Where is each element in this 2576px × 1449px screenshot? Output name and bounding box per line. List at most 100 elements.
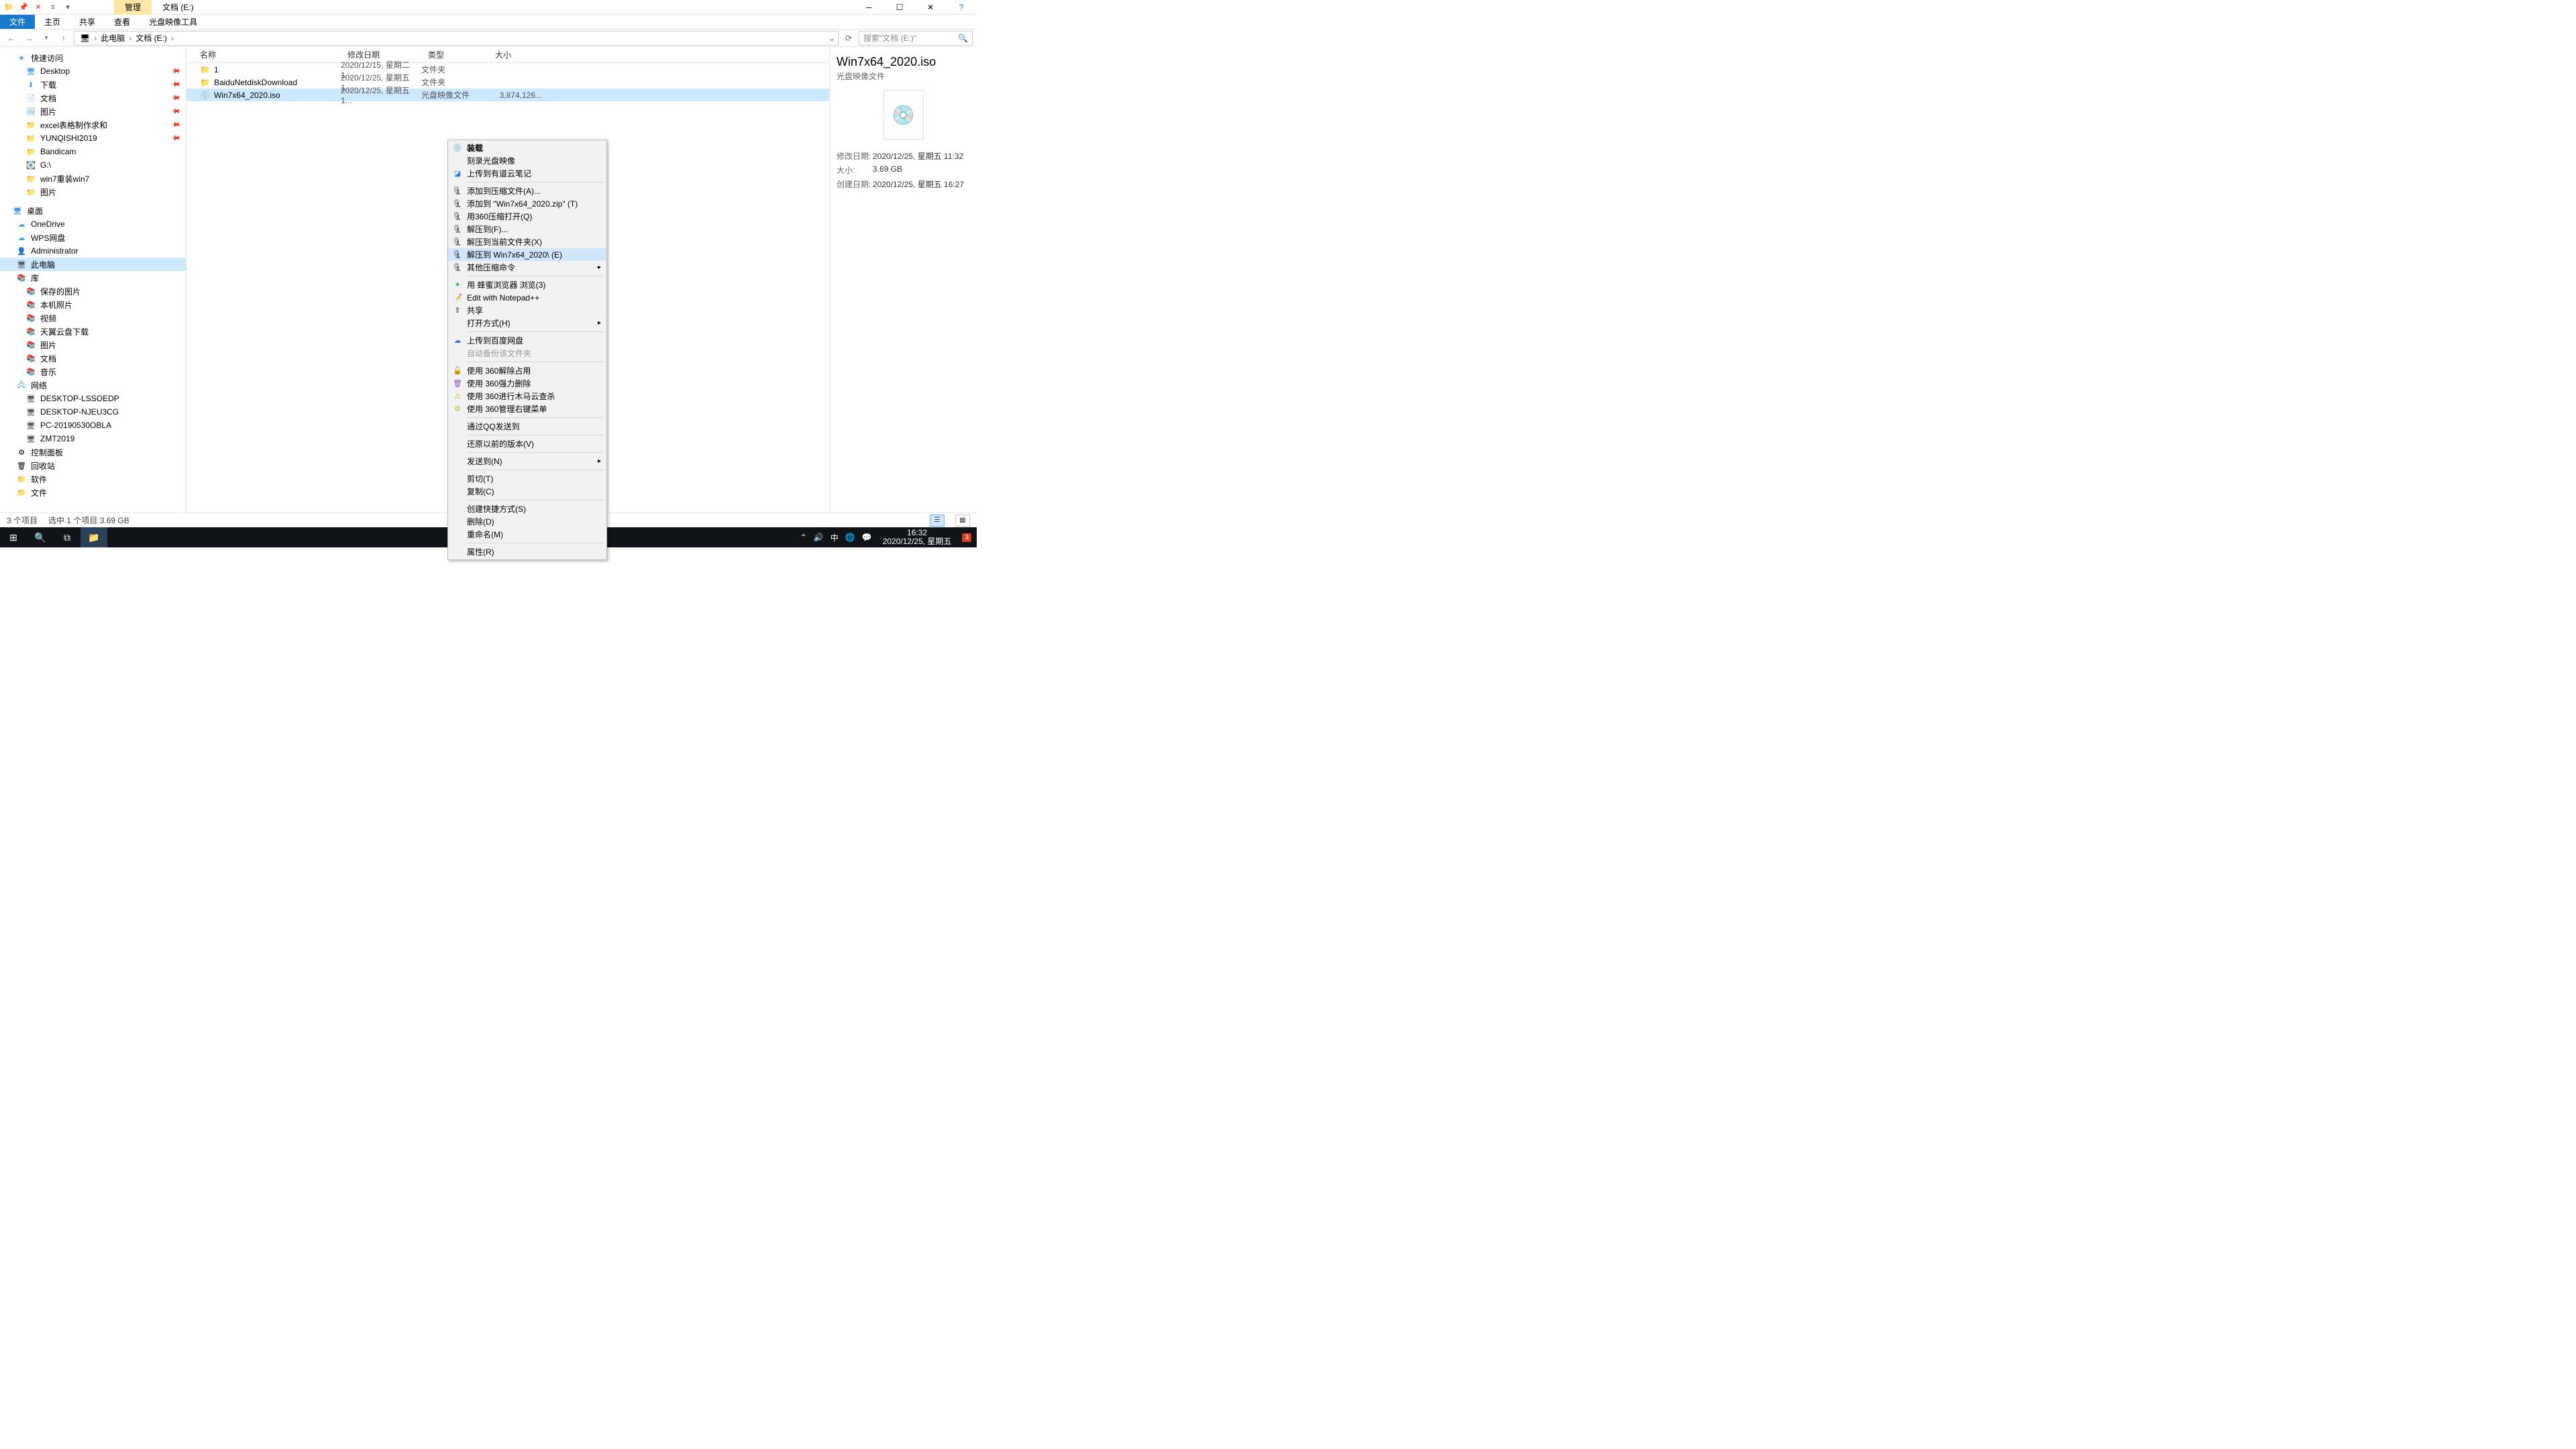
- qat-props-icon[interactable]: ≡: [47, 1, 59, 13]
- ctx-qq-send[interactable]: 通过QQ发送到: [448, 420, 606, 433]
- column-type[interactable]: 类型: [421, 49, 488, 60]
- ctx-share[interactable]: ⇪共享: [448, 304, 606, 317]
- ribbon-tab-share[interactable]: 共享: [70, 15, 105, 29]
- file-list-pane[interactable]: 名称 修改日期 类型 大小 📁1 2020/12/15, 星期二 1... 文件…: [186, 47, 829, 513]
- chevron-down-icon[interactable]: ⌄: [828, 34, 835, 43]
- ribbon-tab-disc-tool[interactable]: 光盘映像工具: [140, 15, 207, 29]
- ribbon-tab-view[interactable]: 查看: [105, 15, 140, 29]
- ctx-extract-named[interactable]: 🗜解压到 Win7x64_2020\ (E): [448, 248, 606, 261]
- tree-recycle-bin[interactable]: 🗑回收站: [0, 459, 186, 472]
- ctx-add-archive[interactable]: 🗜添加到压缩文件(A)...: [448, 184, 606, 197]
- chevron-right-icon[interactable]: ›: [171, 34, 174, 43]
- tree-item[interactable]: 🖥DESKTOP-LSSOEDP: [0, 392, 186, 405]
- breadcrumb-pc[interactable]: 此电脑: [98, 32, 127, 44]
- navigation-pane[interactable]: ★快速访问 🖥Desktop📌 ⬇下载📌 📄文档📌 🖼图片📌 📁excel表格制…: [0, 47, 186, 513]
- tree-item[interactable]: 💽G:\: [0, 158, 186, 172]
- taskbar-clock[interactable]: 16:32 2020/12/25, 星期五: [879, 529, 956, 546]
- tree-item[interactable]: 🖥ZMT2019: [0, 432, 186, 445]
- ctx-openwith[interactable]: 打开方式(H)▸: [448, 317, 606, 329]
- tree-libraries[interactable]: 📚库: [0, 271, 186, 284]
- ctx-open-360zip[interactable]: 🗜用360压缩打开(Q): [448, 210, 606, 223]
- tree-wps[interactable]: ☁WPS网盘: [0, 231, 186, 244]
- ribbon-tab-home[interactable]: 主页: [35, 15, 70, 29]
- start-button[interactable]: ⊞: [0, 527, 27, 547]
- tree-item[interactable]: 📁软件: [0, 472, 186, 486]
- search-icon[interactable]: 🔍: [958, 34, 968, 43]
- breadcrumb[interactable]: 🖥 › 此电脑 › 文档 (E:) › ⌄: [74, 31, 839, 46]
- close-button[interactable]: ✕: [915, 0, 946, 15]
- ctx-youdao[interactable]: ◪上传到有道云笔记: [448, 167, 606, 180]
- ime-indicator[interactable]: 中: [830, 532, 839, 543]
- qat-dropdown-icon[interactable]: ▾: [62, 1, 74, 13]
- tree-item[interactable]: 📚本机照片: [0, 298, 186, 311]
- tree-item[interactable]: 🖥PC-20190530OBLA: [0, 419, 186, 432]
- ctx-copy[interactable]: 复制(C): [448, 485, 606, 498]
- ctx-delete[interactable]: 删除(D): [448, 515, 606, 528]
- ctx-notepadpp[interactable]: 📝Edit with Notepad++: [448, 291, 606, 304]
- ctx-add-zip[interactable]: 🗜添加到 "Win7x64_2020.zip" (T): [448, 197, 606, 210]
- minimize-button[interactable]: ─: [853, 0, 884, 15]
- ctx-shortcut[interactable]: 创建快捷方式(S): [448, 502, 606, 515]
- file-row-selected[interactable]: 💿Win7x64_2020.iso 2020/12/25, 星期五 1... 光…: [186, 89, 829, 101]
- forward-button[interactable]: →: [21, 31, 36, 46]
- ctx-360-menu[interactable]: ⚙使用 360管理右键菜单: [448, 402, 606, 415]
- qat-pin-icon[interactable]: 📌: [17, 1, 30, 13]
- ctx-rename[interactable]: 重命名(M): [448, 528, 606, 541]
- view-details-button[interactable]: ☰: [930, 515, 945, 527]
- file-row[interactable]: 📁BaiduNetdiskDownload 2020/12/25, 星期五 1.…: [186, 76, 829, 89]
- tree-item[interactable]: 📚视频: [0, 311, 186, 325]
- breadcrumb-pc-icon[interactable]: 🖥: [77, 34, 93, 43]
- search-button[interactable]: 🔍: [27, 527, 54, 547]
- tree-item[interactable]: 📁YUNQISHI2019📌: [0, 131, 186, 145]
- volume-icon[interactable]: 🔊: [814, 533, 824, 542]
- ctx-bee-browser[interactable]: ✦用 蜂蜜浏览器 浏览(3): [448, 278, 606, 291]
- tree-item[interactable]: 📚图片: [0, 338, 186, 352]
- ctx-sendto[interactable]: 发送到(N)▸: [448, 455, 606, 468]
- tree-item[interactable]: 📁win7重装win7: [0, 172, 186, 185]
- ctx-restore-version[interactable]: 还原以前的版本(V): [448, 437, 606, 450]
- tree-item[interactable]: 📁图片: [0, 185, 186, 199]
- ctx-baidu-upload[interactable]: ☁上传到百度网盘: [448, 334, 606, 347]
- context-tab-manage[interactable]: 管理: [114, 0, 152, 15]
- ctx-extract-to[interactable]: 🗜解压到(F)...: [448, 223, 606, 235]
- recent-dropdown[interactable]: ▾: [39, 31, 54, 46]
- tree-admin[interactable]: 👤Administrator: [0, 244, 186, 258]
- back-button[interactable]: ←: [4, 31, 19, 46]
- tray-badge-icon[interactable]: 3: [962, 533, 971, 542]
- column-name[interactable]: 名称: [186, 49, 341, 60]
- ctx-properties[interactable]: 属性(R): [448, 545, 606, 558]
- action-center-icon[interactable]: 💬: [862, 533, 872, 542]
- chevron-right-icon[interactable]: ›: [94, 34, 97, 43]
- refresh-button[interactable]: ⟳: [841, 31, 856, 46]
- ctx-360-scan[interactable]: ⚠使用 360进行木马云查杀: [448, 390, 606, 402]
- ctx-360-unlock[interactable]: 🔓使用 360解除占用: [448, 364, 606, 377]
- maximize-button[interactable]: ☐: [884, 0, 915, 15]
- tree-item[interactable]: ⬇下载📌: [0, 78, 186, 91]
- network-icon[interactable]: 🌐: [845, 533, 855, 542]
- help-button[interactable]: ?: [946, 0, 977, 15]
- tree-item[interactable]: 🖥DESKTOP-NJEU3CG: [0, 405, 186, 419]
- tree-this-pc[interactable]: 🖥此电脑: [0, 258, 186, 271]
- tree-item[interactable]: 📄文档📌: [0, 91, 186, 105]
- ribbon-tab-file[interactable]: 文件: [0, 15, 35, 29]
- tree-network[interactable]: 🖧网络: [0, 378, 186, 392]
- tree-item[interactable]: 📚文档: [0, 352, 186, 365]
- tree-item[interactable]: 📁Bandicam: [0, 145, 186, 158]
- view-large-button[interactable]: ▦: [955, 515, 970, 527]
- tree-desktop[interactable]: 🖥桌面: [0, 204, 186, 217]
- ctx-other-zip[interactable]: 🗜其他压缩命令▸: [448, 261, 606, 274]
- column-size[interactable]: 大小: [488, 49, 542, 60]
- ctx-burn[interactable]: 刻录光盘映像: [448, 154, 606, 167]
- tree-quick-access[interactable]: ★快速访问: [0, 51, 186, 64]
- tree-item[interactable]: 📚保存的图片: [0, 284, 186, 298]
- tree-control-panel[interactable]: ⚙控制面板: [0, 445, 186, 459]
- tree-item[interactable]: 📁文件: [0, 486, 186, 499]
- tree-item[interactable]: 📁excel表格制作求和📌: [0, 118, 186, 131]
- taskview-button[interactable]: ⧉: [54, 527, 80, 547]
- chevron-right-icon[interactable]: ›: [129, 34, 131, 43]
- tree-item[interactable]: 📚音乐: [0, 365, 186, 378]
- up-button[interactable]: ↑: [56, 31, 71, 46]
- breadcrumb-drive[interactable]: 文档 (E:): [133, 32, 170, 44]
- qat-close-icon[interactable]: ✕: [32, 1, 44, 13]
- ctx-360-delete[interactable]: 🗑使用 360强力删除: [448, 377, 606, 390]
